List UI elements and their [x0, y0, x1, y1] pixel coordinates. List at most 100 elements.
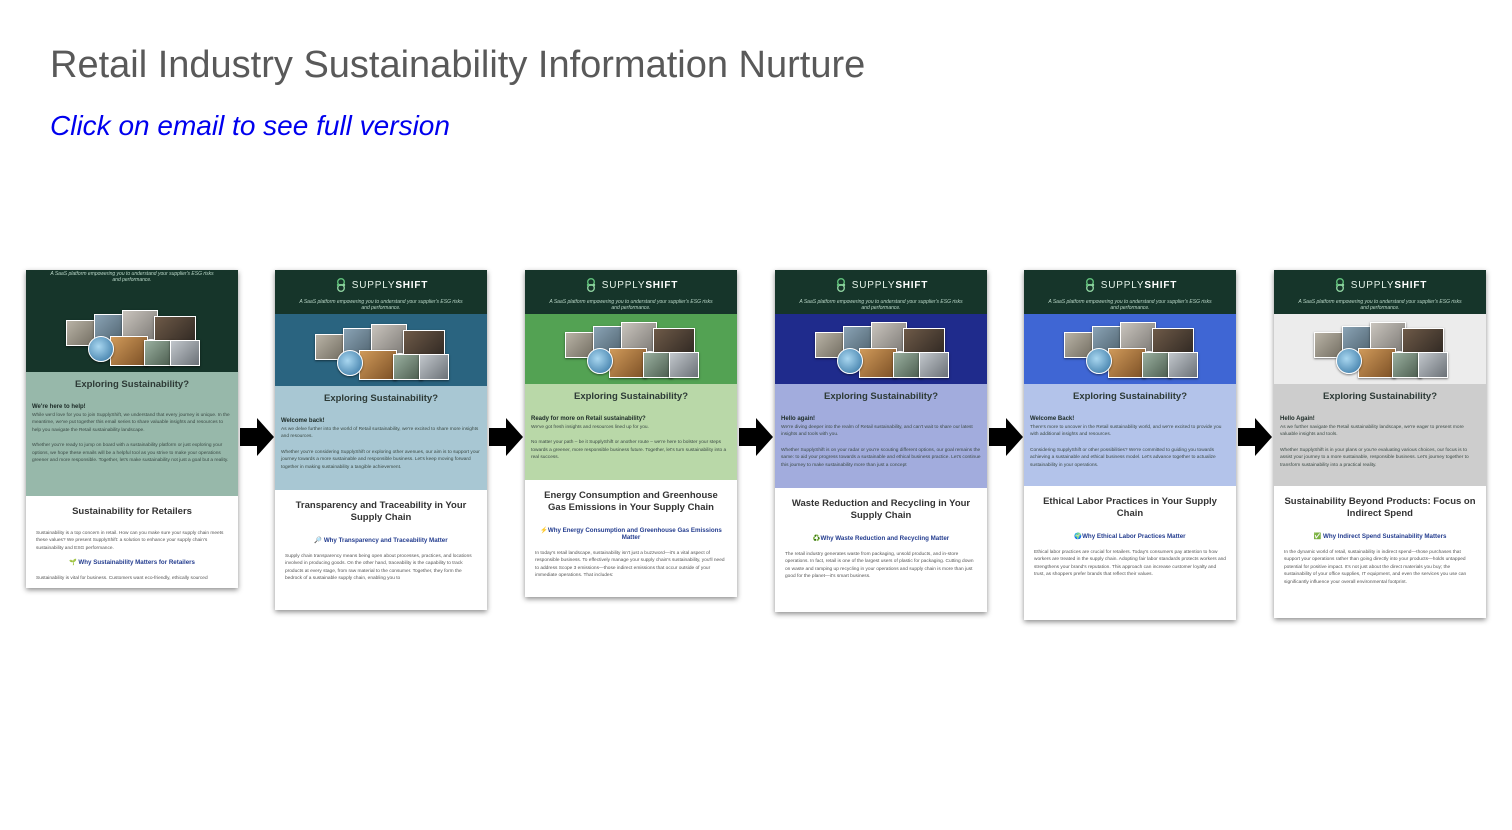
intro-paragraph: We're diving deeper into the realm of Re… [781, 425, 973, 438]
supplyshift-logo: SUPPLYSHIFT [281, 277, 481, 293]
email-thumbnail-2[interactable]: SUPPLYSHIFT A SaaS platform empowering yo… [275, 270, 487, 610]
supplyshift-logo-icon [1335, 278, 1344, 292]
email-header: SUPPLYSHIFT A SaaS platform empowering yo… [275, 270, 487, 314]
collage-photo [1358, 348, 1396, 378]
supplyshift-logo: SUPPLYSHIFT [531, 277, 731, 293]
section-heading: Waste Reduction and Recycling in Your Su… [791, 498, 971, 521]
lower-paragraph: Sustainability is vital for business. Cu… [36, 576, 208, 582]
collage-photo [110, 336, 148, 366]
intro-title: Exploring Sustainability? [1072, 391, 1187, 402]
section-heading: Transparency and Traceability in Your Su… [295, 500, 467, 523]
email-lower-section: Sustainability for Retailers Sustainabili… [26, 496, 238, 588]
lower-paragraph: In the dynamic world of retail, sustaina… [1284, 550, 1467, 585]
email-tagline: A SaaS platform empowering you to unders… [799, 299, 963, 311]
email-thumbnail-5[interactable]: SUPPLYSHIFT A SaaS platform empowering yo… [1024, 270, 1236, 620]
collage-photo [1418, 352, 1448, 378]
email-intro: Exploring Sustainability? Hello Again! As … [1274, 384, 1486, 486]
sequence-arrow-icon [1238, 418, 1272, 456]
intro-title: Exploring Sustainability? [74, 379, 189, 390]
email-thumbnail-6[interactable]: SUPPLYSHIFT A SaaS platform empowering yo… [1274, 270, 1486, 618]
email-tagline: A SaaS platform empowering you to unders… [50, 271, 214, 283]
email-banner [1274, 314, 1486, 384]
photo-collage [315, 324, 449, 380]
why-heading: ⚡Why Energy Consumption and Greenhouse G… [540, 527, 722, 541]
email-intro: Exploring Sustainability? Ready for more … [525, 384, 737, 480]
supplyshift-logo: SUPPLYSHIFT [781, 277, 981, 293]
intro-paragraph: Whether SupplyShift is in your plans or … [1280, 447, 1469, 468]
email-tagline: A SaaS platform empowering you to unders… [299, 299, 463, 311]
supplyshift-logo: SUPPLYSHIFT [1030, 277, 1230, 293]
email-header: SUPPLYSHIFT A SaaS platform empowering yo… [1024, 270, 1236, 314]
email-header: SUPPLYSHIFT A SaaS platform empowering yo… [1274, 270, 1486, 314]
lower-paragraph: Supply chain transparency means being op… [285, 554, 472, 582]
intro-title: Exploring Sustainability? [323, 393, 438, 404]
intro-paragraph: As we further navigate the Retail sustai… [1280, 425, 1464, 438]
collage-photo [170, 340, 200, 366]
email-thumbnail-3[interactable]: SUPPLYSHIFT A SaaS platform empowering yo… [525, 270, 737, 597]
supplyshift-logo-icon [1085, 278, 1094, 292]
email-lower-section: Transparency and Traceability in Your Su… [275, 490, 487, 597]
email-intro: Exploring Sustainability? We're here to h… [26, 372, 238, 496]
sequence-arrow-icon [739, 418, 773, 456]
email-banner [26, 286, 238, 372]
lower-paragraph: In today's retail landscape, sustainabil… [535, 551, 725, 579]
lower-paragraph: The retail industry generates waste from… [785, 552, 974, 580]
collage-photo [419, 354, 449, 380]
greeting: Hello Again! [1280, 416, 1315, 422]
intro-title: Exploring Sustainability? [823, 391, 938, 402]
email-thumbnail-4[interactable]: SUPPLYSHIFT A SaaS platform empowering yo… [775, 270, 987, 612]
section-heading: Sustainability Beyond Products: Focus on… [1284, 496, 1476, 519]
slide-subtitle: Click on email to see full version [50, 110, 450, 141]
section-heading: Ethical Labor Practices in Your Supply C… [1043, 496, 1217, 519]
sequence-arrow-icon [989, 418, 1023, 456]
email-header: SUPPLYSHIFT A SaaS platform empowering yo… [525, 270, 737, 314]
collage-photo [919, 352, 949, 378]
email-header: A SaaS platform empowering you to unders… [26, 270, 238, 286]
globe-photo [337, 350, 363, 376]
email-lower-section: Energy Consumption and Greenhouse Gas Em… [525, 480, 737, 594]
lower-paragraph: Ethical labor practices are crucial for … [1034, 550, 1226, 578]
collage-photo [859, 348, 897, 378]
intro-title: Exploring Sustainability? [573, 391, 688, 402]
intro-paragraph: As we delve further into the world of Re… [281, 427, 479, 440]
collage-photo [669, 352, 699, 378]
intro-paragraph: No matter your path – be it SupplyShift … [531, 440, 727, 461]
globe-photo [88, 336, 114, 362]
email-banner [775, 314, 987, 384]
email-thumbnail-1[interactable]: A SaaS platform empowering you to unders… [26, 270, 238, 588]
collage-photo [609, 348, 647, 378]
email-banner [525, 314, 737, 384]
supplyshift-logo: SUPPLYSHIFT [1280, 277, 1480, 293]
section-heading: Sustainability for Retailers [72, 506, 192, 517]
slide-title: Retail Industry Sustainability Informati… [50, 44, 866, 86]
collage-photo [359, 350, 397, 380]
globe-photo [1336, 348, 1362, 374]
why-heading: ♻️Why Waste Reduction and Recycling Matt… [812, 535, 950, 542]
lower-paragraph: Sustainability is a top concern in retai… [36, 531, 224, 551]
intro-paragraph: Considering SupplyShift or other possibi… [1030, 447, 1216, 468]
email-tagline: A SaaS platform empowering you to unders… [1048, 299, 1212, 311]
supplyshift-logo-icon [836, 278, 845, 292]
why-heading: 🔎 Why Transparency and Traceability Matt… [314, 537, 448, 544]
why-heading: 🌱 Why Sustainability Matters for Retaile… [69, 559, 195, 567]
greeting: Welcome Back! [1030, 416, 1075, 422]
email-lower-section: Waste Reduction and Recycling in Your Su… [775, 488, 987, 595]
photo-collage [66, 310, 200, 366]
intro-paragraph: We've got fresh insights and resources l… [531, 425, 649, 430]
greeting: Hello again! [781, 416, 816, 422]
globe-photo [1086, 348, 1112, 374]
collage-photo [1108, 348, 1146, 378]
email-banner [1024, 314, 1236, 384]
collage-photo [1168, 352, 1198, 378]
intro-paragraph: Whether you're considering SupplyShift o… [281, 449, 480, 470]
email-lower-section: Sustainability Beyond Products: Focus on… [1274, 486, 1486, 600]
greeting: Welcome back! [281, 418, 325, 424]
greeting: Ready for more on Retail sustainability? [531, 416, 646, 422]
sequence-arrow-icon [240, 418, 274, 456]
why-heading: ✅ Why Indirect Spend Sustainability Matt… [1313, 533, 1447, 540]
email-tagline: A SaaS platform empowering you to unders… [1298, 299, 1462, 311]
globe-photo [837, 348, 863, 374]
sequence-arrow-icon [489, 418, 523, 456]
email-tagline: A SaaS platform empowering you to unders… [549, 299, 713, 311]
intro-paragraph: Whether you're ready to jump on board wi… [32, 443, 229, 464]
